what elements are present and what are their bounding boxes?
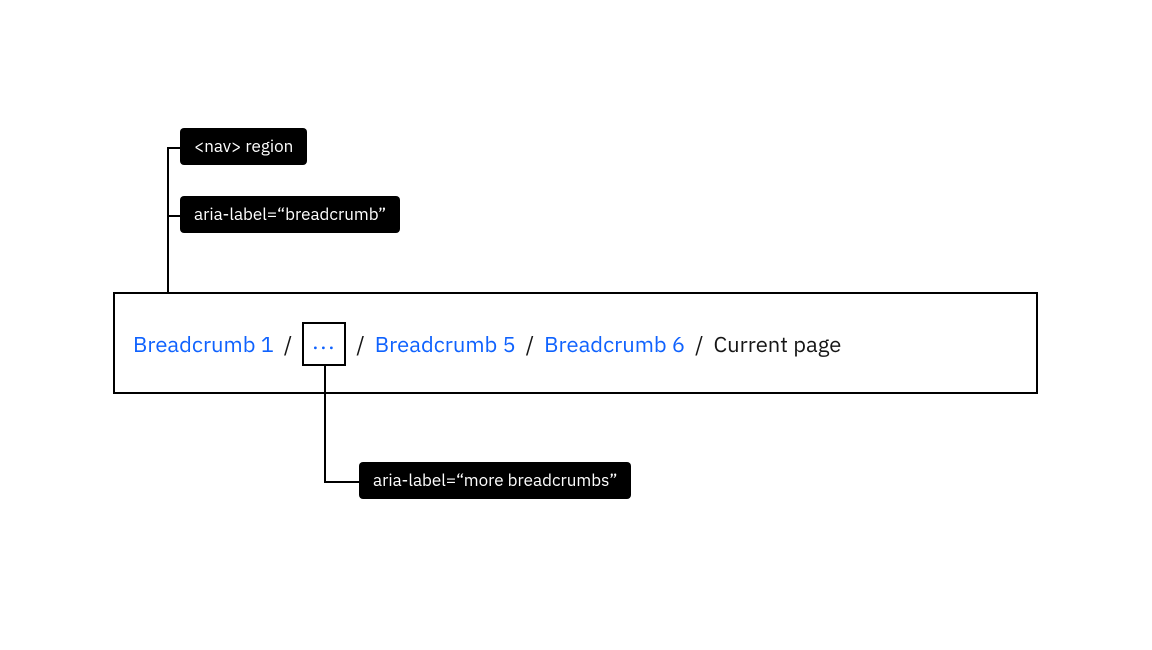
connector-line bbox=[324, 481, 359, 483]
breadcrumb-link-6[interactable]: Breadcrumb 6 bbox=[544, 330, 685, 359]
annotation-aria-breadcrumb: aria-label=“breadcrumb” bbox=[180, 196, 400, 233]
breadcrumb-link-5[interactable]: Breadcrumb 5 bbox=[375, 330, 516, 359]
breadcrumb-overflow-button[interactable]: ... bbox=[302, 322, 346, 366]
breadcrumb-separator: / bbox=[274, 330, 302, 359]
breadcrumb-current-page: Current page bbox=[714, 330, 842, 359]
breadcrumb-separator: / bbox=[346, 330, 374, 359]
annotation-aria-more-breadcrumbs: aria-label=“more breadcrumbs” bbox=[359, 462, 631, 499]
connector-line bbox=[167, 147, 169, 292]
connector-line bbox=[324, 366, 326, 481]
annotation-nav-region: <nav> region bbox=[180, 128, 307, 165]
connector-line bbox=[167, 215, 180, 217]
breadcrumb-separator: / bbox=[516, 330, 544, 359]
breadcrumb-link-1[interactable]: Breadcrumb 1 bbox=[133, 330, 274, 359]
breadcrumb-nav: Breadcrumb 1 / ... / Breadcrumb 5 / Brea… bbox=[133, 322, 841, 366]
connector-line bbox=[167, 147, 180, 149]
breadcrumb-separator: / bbox=[685, 330, 713, 359]
